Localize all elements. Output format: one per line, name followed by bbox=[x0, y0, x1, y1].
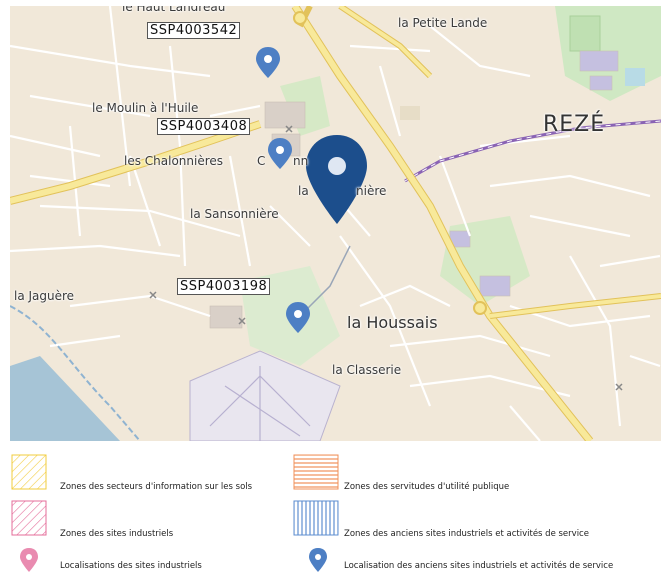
legend-label-localisations-industriels: Localisations des sites industriels bbox=[60, 561, 202, 571]
place-label-c: C bbox=[257, 154, 266, 168]
legend-label-servitudes: Zones des servitudes d'utilité publique bbox=[344, 482, 510, 492]
place-label-top: le Haut Landreau bbox=[122, 6, 226, 14]
place-label-la: la bbox=[298, 184, 309, 198]
legend-swatches bbox=[11, 454, 339, 572]
place-label-chalonnieres: les Chalonnières bbox=[124, 154, 224, 168]
legend-swatch-sites-industriels bbox=[11, 500, 47, 536]
roundabout bbox=[473, 301, 487, 315]
legend-label-localisation-anciens: Localisation des anciens sites industrie… bbox=[344, 561, 614, 571]
place-label-petite-lande: la Petite Lande bbox=[398, 16, 488, 30]
legend-swatch-secteurs bbox=[11, 454, 47, 490]
legend-label-sites-industriels: Zones des sites industriels bbox=[60, 529, 174, 539]
legend-pin-industrial-icon bbox=[20, 548, 38, 572]
legend-label-anciens-sites: Zones des anciens sites industriels et a… bbox=[344, 529, 589, 539]
place-label-houssais: la Houssais bbox=[347, 313, 438, 332]
legend-swatch-anciens-sites bbox=[293, 500, 339, 536]
place-label-niere: nière bbox=[356, 184, 387, 198]
legend-label-secteurs: Zones des secteurs d'information sur les… bbox=[60, 482, 253, 492]
site-code-label-2: SSP4003408 bbox=[157, 118, 251, 135]
place-label-moulin: le Moulin à l'Huile bbox=[92, 101, 199, 115]
map-view[interactable]: le Haut Landreau la Petite Lande REZÉ le… bbox=[10, 6, 661, 441]
site-code-label-3: SSP4003198 bbox=[177, 278, 271, 295]
place-label-nn: nn bbox=[293, 154, 309, 168]
legend-pin-anciens-icon bbox=[309, 548, 327, 572]
place-label-jaguere: la Jaguère bbox=[14, 289, 75, 303]
place-label-classerie: la Classerie bbox=[332, 363, 402, 377]
map-legend: Zones des secteurs d'information sur les… bbox=[0, 441, 667, 577]
legend-swatch-servitudes bbox=[293, 454, 339, 490]
place-label-reze: REZÉ bbox=[543, 112, 606, 137]
site-code-label-1: SSP4003542 bbox=[147, 22, 241, 39]
place-label-sansonniere: la Sansonnière bbox=[190, 207, 279, 221]
roundabout bbox=[293, 11, 307, 25]
